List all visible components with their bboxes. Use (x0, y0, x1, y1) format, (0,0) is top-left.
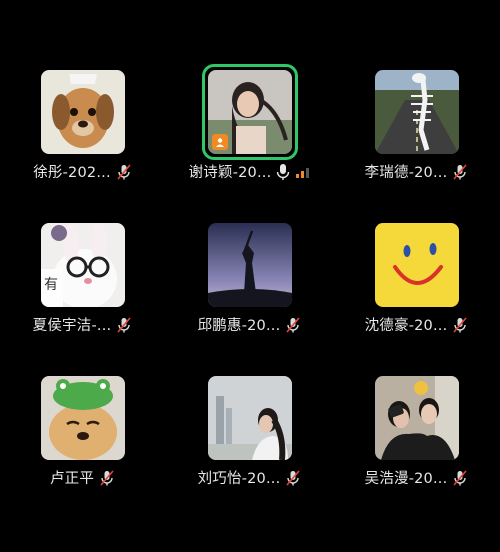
mic-muted-icon[interactable] (284, 469, 302, 487)
participant-avatar (375, 376, 459, 460)
participant-tile-4[interactable]: 有 夏侯宇洁-... (13, 223, 153, 335)
participant-name: 徐彤-202... (33, 165, 111, 181)
participant-avatar (375, 70, 459, 154)
mic-muted-icon[interactable] (284, 316, 302, 334)
host-badge-icon (212, 134, 228, 150)
participant-tile-8[interactable]: 刘巧怡-20... (180, 376, 320, 488)
mic-muted-icon[interactable] (115, 163, 133, 181)
participant-avatar (208, 376, 292, 460)
participant-avatar: 有 (41, 223, 125, 307)
mic-muted-icon[interactable] (451, 469, 469, 487)
participant-avatar (41, 376, 125, 460)
mic-muted-icon[interactable] (98, 469, 116, 487)
svg-text:有: 有 (44, 277, 58, 293)
mic-active-icon[interactable] (275, 163, 291, 181)
participant-name: 夏侯宇洁-... (32, 318, 112, 334)
participant-avatar (208, 70, 292, 154)
participant-tile-3[interactable]: 李瑞德-20... (347, 70, 487, 182)
participant-tile-2-active[interactable]: 谢诗颖-20... (180, 64, 320, 182)
participant-name: 刘巧怡-20... (197, 471, 281, 487)
participant-name: 李瑞德-20... (364, 165, 448, 181)
participant-tile-9[interactable]: 吴浩漫-20... (347, 376, 487, 488)
participant-name: 吴浩漫-20... (364, 471, 448, 487)
participant-tile-7[interactable]: 卢正平 (13, 376, 153, 488)
mic-muted-icon[interactable] (451, 163, 469, 181)
mic-muted-icon[interactable] (451, 316, 469, 334)
participant-name: 卢正平 (49, 471, 95, 487)
participant-avatar (41, 70, 125, 154)
participant-avatar (375, 223, 459, 307)
participant-tile-6[interactable]: 沈德豪-20... (347, 223, 487, 335)
participant-avatar (208, 223, 292, 307)
participant-tile-1[interactable]: 徐彤-202... (13, 70, 153, 182)
participant-name: 谢诗颖-20... (188, 165, 272, 181)
participant-name: 邱鹏惠-20... (197, 318, 281, 334)
participant-tile-5[interactable]: 邱鹏惠-20... (180, 223, 320, 335)
participant-name: 沈德豪-20... (364, 318, 448, 334)
signal-strength-icon (295, 165, 311, 179)
mic-muted-icon[interactable] (115, 316, 133, 334)
